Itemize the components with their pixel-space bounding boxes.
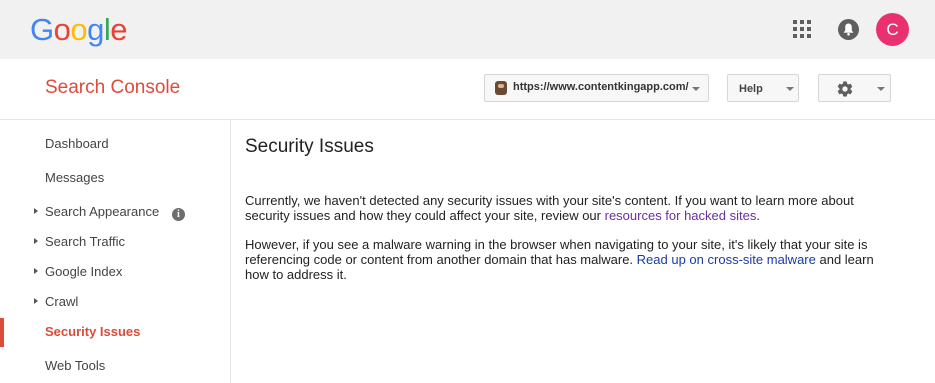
google-top-bar: Google C xyxy=(0,0,935,59)
sidebar-item-dashboard[interactable]: Dashboard xyxy=(45,136,109,151)
logo-letter: G xyxy=(30,12,54,47)
sidebar-item-label: Web Tools xyxy=(45,358,106,373)
account-avatar[interactable]: C xyxy=(876,13,909,46)
settings-button[interactable] xyxy=(818,74,891,102)
expand-arrow-icon xyxy=(34,268,38,274)
sidebar-item-label: Search Appearance xyxy=(45,204,160,219)
product-title[interactable]: Search Console xyxy=(45,77,180,99)
status-paragraph: Currently, we haven't detected any secur… xyxy=(245,193,885,223)
site-favicon-icon xyxy=(495,81,507,95)
paragraph-text: . xyxy=(756,208,760,223)
sidebar-item-label: Messages xyxy=(45,170,105,185)
sidebar-item-crawl[interactable]: Crawl xyxy=(34,294,79,309)
chevron-down-icon xyxy=(877,87,885,91)
sidebar-item-label: Dashboard xyxy=(45,136,109,151)
expand-arrow-icon xyxy=(34,208,38,214)
sidebar-item-messages[interactable]: Messages xyxy=(45,170,104,185)
sidebar-item-search-traffic[interactable]: Search Traffic xyxy=(34,234,125,249)
logo-letter: o xyxy=(70,12,88,47)
logo-letter: g xyxy=(87,12,104,47)
property-url: https://www.contentkingapp.com/ xyxy=(513,81,689,93)
google-logo[interactable]: Google xyxy=(30,10,128,50)
info-icon[interactable]: i xyxy=(171,208,185,221)
hacked-sites-resources-link[interactable]: resources for hacked sites xyxy=(605,208,757,223)
help-label: Help xyxy=(739,83,763,95)
page-title: Security Issues xyxy=(245,136,374,157)
sidebar-item-search-appearance[interactable]: Search Appearance i xyxy=(34,204,185,221)
sidebar-item-label: Google Index xyxy=(45,264,123,279)
sidebar-item-label: Security Issues xyxy=(45,324,141,339)
help-button[interactable]: Help xyxy=(727,74,799,102)
gear-icon xyxy=(837,81,853,97)
chevron-down-icon xyxy=(692,87,700,91)
active-indicator xyxy=(0,318,4,347)
chevron-down-icon xyxy=(786,87,794,91)
apps-grid-icon[interactable] xyxy=(793,20,811,38)
sidebar-item-security-issues[interactable]: Security Issues xyxy=(45,324,140,339)
bell-icon[interactable] xyxy=(838,19,859,40)
logo-letter: o xyxy=(53,12,71,47)
sidebar-item-google-index[interactable]: Google Index xyxy=(34,264,123,279)
expand-arrow-icon xyxy=(34,238,38,244)
property-selector[interactable]: https://www.contentkingapp.com/ xyxy=(484,74,709,102)
malware-paragraph: However, if you see a malware warning in… xyxy=(245,237,885,282)
logo-letter: e xyxy=(110,12,128,47)
sidebar-item-web-tools[interactable]: Web Tools xyxy=(45,358,105,373)
sidebar-nav: Dashboard Messages Search Appearance i S… xyxy=(0,120,231,383)
cross-site-malware-link[interactable]: Read up on cross-site malware xyxy=(637,252,816,267)
paragraph-text: Currently, we haven't detected any secur… xyxy=(245,193,854,223)
expand-arrow-icon xyxy=(34,298,38,304)
sidebar-item-label: Search Traffic xyxy=(45,234,125,249)
sidebar-item-label: Crawl xyxy=(45,294,79,309)
